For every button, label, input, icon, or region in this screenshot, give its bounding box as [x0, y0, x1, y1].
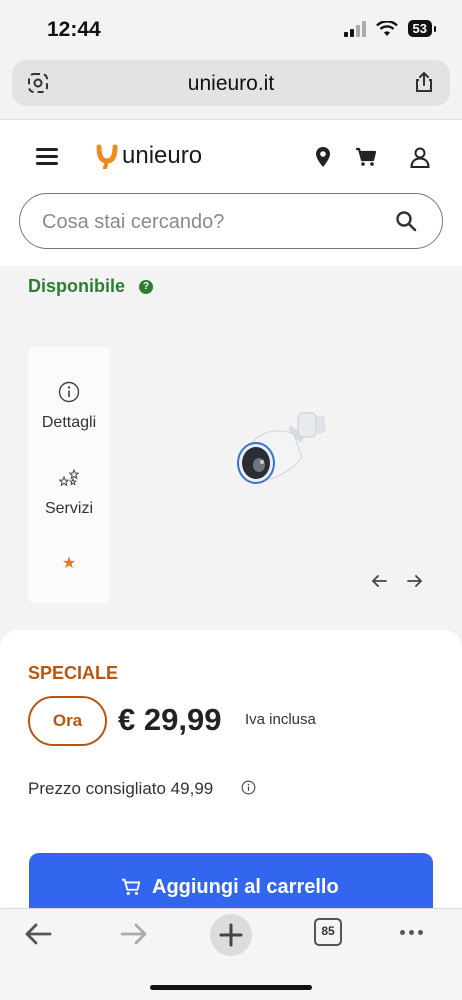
- user-account-icon[interactable]: [408, 145, 432, 169]
- logo-mark-icon: [96, 144, 118, 169]
- now-price-tag: Ora: [28, 696, 107, 746]
- search-placeholder: Cosa stai cercando?: [42, 211, 225, 233]
- store-location-icon[interactable]: [311, 145, 335, 169]
- back-arrow-icon[interactable]: [22, 919, 54, 949]
- recommended-price-info-icon[interactable]: [241, 780, 256, 795]
- search-input[interactable]: Cosa stai cercando?: [19, 193, 443, 249]
- side-item-services-label: Servizi: [44, 500, 93, 517]
- add-to-cart-icon: [121, 878, 141, 895]
- header-divider: [0, 119, 462, 120]
- new-tab-button[interactable]: [210, 914, 252, 956]
- tab-switcher-button[interactable]: 85: [314, 918, 342, 946]
- cellular-signal-icon: [343, 20, 366, 37]
- availability-help-icon[interactable]: ?: [139, 280, 153, 294]
- search-icon[interactable]: [394, 209, 418, 233]
- star-icon: ★: [61, 555, 77, 572]
- recommended-price: Prezzo consigliato 49,99: [28, 779, 214, 798]
- services-stars-icon: [58, 468, 80, 487]
- plus-icon: [219, 923, 243, 947]
- status-bar: 12:44 53: [0, 0, 462, 58]
- cart-icon[interactable]: [354, 145, 378, 169]
- battery-icon: 53: [407, 20, 437, 37]
- side-item-services[interactable]: Servizi: [28, 467, 110, 518]
- add-to-cart-label: Aggiungi al carrello: [152, 876, 339, 898]
- gallery-next-arrow-icon[interactable]: [405, 571, 425, 591]
- status-time: 12:44: [47, 18, 101, 41]
- info-icon: [58, 381, 80, 403]
- tax-note: Iva inclusa: [245, 711, 316, 728]
- product-image[interactable]: [232, 405, 332, 500]
- side-item-details[interactable]: Dettagli: [28, 381, 110, 432]
- share-icon[interactable]: [412, 70, 436, 94]
- browser-url-bar[interactable]: unieuro.it: [12, 60, 450, 106]
- hamburger-menu-icon[interactable]: [36, 148, 58, 166]
- status-icons: 53: [343, 20, 437, 37]
- availability-label: Disponibile: [28, 276, 126, 296]
- home-indicator: [150, 985, 312, 990]
- wifi-icon: [375, 20, 398, 36]
- side-item-details-label: Dettagli: [41, 414, 97, 431]
- forward-arrow-icon[interactable]: [118, 919, 150, 949]
- side-item-reviews[interactable]: ★: [28, 553, 110, 573]
- more-options-icon[interactable]: [400, 930, 423, 935]
- logo-text: unieuro: [122, 142, 203, 169]
- gallery-prev-arrow-icon[interactable]: [369, 571, 389, 591]
- current-price: € 29,99: [118, 702, 222, 737]
- unieuro-logo[interactable]: unieuro: [96, 142, 202, 170]
- product-side-menu: Dettagli Servizi ★: [28, 347, 110, 603]
- speciale-badge: SPECIALE: [28, 663, 119, 683]
- url-text[interactable]: unieuro.it: [12, 72, 450, 96]
